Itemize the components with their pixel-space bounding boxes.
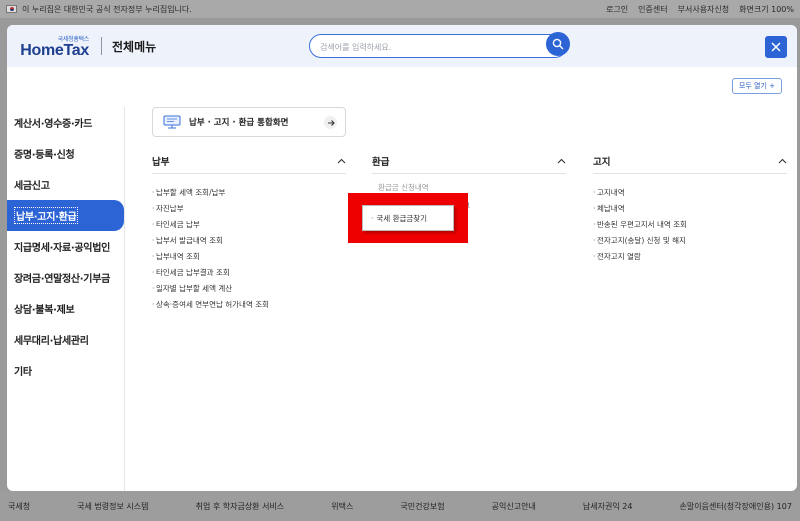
menu-item[interactable]: 타인세금 납부결과 조회: [152, 265, 346, 281]
sidebar-item-label: 기타: [14, 367, 32, 378]
footer-link[interactable]: 취업 후 학자금상환 서비스: [196, 501, 285, 512]
column-title: 환급: [372, 156, 390, 168]
sidebar-item-label: 납부·고지·환급: [14, 207, 79, 224]
integrated-screen-button[interactable]: 납부 · 고지 · 환급 통합화면: [152, 107, 346, 137]
footer-link[interactable]: 공익신고안내: [492, 501, 536, 512]
footer-link[interactable]: 국민건강보험: [400, 501, 444, 512]
page-title: 전체메뉴: [112, 39, 157, 54]
sidebar-divider: [124, 107, 125, 491]
search-input[interactable]: [310, 36, 530, 59]
login-link[interactable]: 로그인: [606, 4, 628, 15]
sidebar-item-other[interactable]: 기타: [7, 355, 124, 386]
refund-search-label: 국세 환급금찾기: [376, 213, 428, 223]
payment-menu-list: 납부할 세액 조회/납부 자진납부 타인세금 납부 납부서 발급내역 조회 납부…: [152, 185, 346, 313]
menu-item[interactable]: 자진납부: [152, 201, 346, 217]
menu-item[interactable]: 납부내역 조회: [152, 249, 346, 265]
sidebar-item-label: 세금신고: [14, 181, 50, 192]
footer-links: 국세청 국세 법령정보 시스템 취업 후 학자금상환 서비스 위택스 국민건강보…: [0, 491, 800, 521]
refund-search-item[interactable]: 국세 환급금찾기: [362, 205, 454, 231]
sidebar-item-label: 증명·등록·신청: [14, 150, 75, 161]
sidebar-item-label: 세무대리·납세관리: [14, 336, 89, 347]
chevron-up-icon: [778, 158, 787, 163]
sidebar-item-consultation[interactable]: 상담·불복·제보: [7, 293, 124, 324]
category-sidebar: 계산서·영수증·카드 증명·등록·신청 세금신고 납부·고지·환급 지급명세·자…: [7, 107, 124, 491]
sidebar-item-statements[interactable]: 지급명세·자료·공익법인: [7, 231, 124, 262]
close-button[interactable]: [765, 36, 787, 58]
full-menu-modal: 국세청홈택스 HomeTax 전체메뉴 모두 열기 + 계산서·영수증·카드 증…: [7, 25, 797, 491]
sidebar-item-certificates[interactable]: 증명·등록·신청: [7, 138, 124, 169]
footer-link[interactable]: 납세자권익 24: [583, 501, 633, 512]
menu-item[interactable]: 타인세금 납부: [152, 217, 346, 233]
sidebar-item-payment[interactable]: 납부·고지·환급: [7, 200, 124, 231]
header-divider: [101, 37, 102, 55]
menu-item[interactable]: 납부서 발급내역 조회: [152, 233, 346, 249]
payment-column-header[interactable]: 납부: [152, 148, 346, 174]
menu-item[interactable]: 납부할 세액 조회/납부: [152, 185, 346, 201]
integrated-screen-label: 납부 · 고지 · 환급 통합화면: [189, 118, 289, 128]
payment-column: 납부 납부할 세액 조회/납부 자진납부 타인세금 납부 납부서 발급내역 조회…: [152, 148, 346, 313]
menu-item[interactable]: 전자고지 열람: [593, 249, 787, 265]
search-button[interactable]: [546, 32, 570, 56]
sidebar-item-label: 계산서·영수증·카드: [14, 119, 93, 130]
column-title: 납부: [152, 156, 170, 168]
chevron-up-icon: [557, 158, 566, 163]
open-all-button[interactable]: 모두 열기 +: [731, 78, 782, 94]
zoom-level-link[interactable]: 화면크기 100%: [739, 4, 794, 15]
menu-item[interactable]: 체납내역: [593, 201, 787, 217]
sidebar-item-label: 상담·불복·제보: [14, 305, 75, 316]
menu-item[interactable]: 반송된 우편고지서 내역 조회: [593, 217, 787, 233]
menu-item[interactable]: 일자별 납부할 세액 계산: [152, 281, 346, 297]
monitor-icon: [163, 115, 181, 129]
search-box: [309, 32, 570, 59]
dept-user-apply-link[interactable]: 부서사용자신청: [678, 4, 730, 15]
notice-text: 이 누리집은 대한민국 공식 전자정부 누리집입니다.: [22, 4, 192, 14]
notice-column-header[interactable]: 고지: [593, 148, 787, 174]
sidebar-item-invoice[interactable]: 계산서·영수증·카드: [7, 107, 124, 138]
close-icon: [771, 42, 781, 52]
column-title: 고지: [593, 156, 611, 168]
highlight-box: 국세 환급금찾기: [348, 193, 468, 243]
refund-column-header[interactable]: 환급: [372, 148, 566, 174]
menu-item[interactable]: 전자고지(송달) 신청 및 해지: [593, 233, 787, 249]
refund-column: 환급: [372, 148, 566, 174]
sidebar-item-label: 지급명세·자료·공익법인: [14, 243, 110, 254]
footer-link[interactable]: 국세청: [8, 501, 30, 512]
sidebar-item-tax-agent[interactable]: 세무대리·납세관리: [7, 324, 124, 355]
hometax-logo[interactable]: 국세청홈택스 HomeTax: [20, 34, 89, 59]
top-links: 로그인 인증센터 부서사용자신청 화면크기 100%: [606, 4, 794, 15]
sidebar-item-incentives[interactable]: 장려금·연말정산·기부금: [7, 262, 124, 293]
modal-header: 국세청홈택스 HomeTax 전체메뉴: [7, 25, 797, 67]
footer-link[interactable]: 국세 법령정보 시스템: [77, 501, 148, 512]
sidebar-item-label: 장려금·연말정산·기부금: [14, 274, 110, 285]
government-notice-bar: 이 누리집은 대한민국 공식 전자정부 누리집입니다. 로그인 인증센터 부서사…: [0, 0, 800, 18]
menu-item[interactable]: 상속·증여세 연부연납 허가내역 조회: [152, 297, 346, 313]
arrow-right-icon: [324, 116, 337, 129]
notice-menu-list: 고지내역 체납내역 반송된 우편고지서 내역 조회 전자고지(송달) 신청 및 …: [593, 185, 787, 265]
footer-link[interactable]: 위택스: [331, 501, 353, 512]
menu-item[interactable]: 고지내역: [593, 185, 787, 201]
footer-link[interactable]: 손말이음센터(청각장애인용) 107: [680, 501, 792, 512]
chevron-up-icon: [337, 158, 346, 163]
notice-column: 고지 고지내역 체납내역 반송된 우편고지서 내역 조회 전자고지(송달) 신청…: [593, 148, 787, 265]
sidebar-item-tax-filing[interactable]: 세금신고: [7, 169, 124, 200]
cert-center-link[interactable]: 인증센터: [638, 4, 667, 15]
korea-flag-icon: [6, 5, 17, 13]
logo-text: HomeTax: [20, 42, 89, 59]
refund-item-partial: 환급금 신청내역: [378, 183, 429, 192]
search-icon: [552, 38, 564, 50]
